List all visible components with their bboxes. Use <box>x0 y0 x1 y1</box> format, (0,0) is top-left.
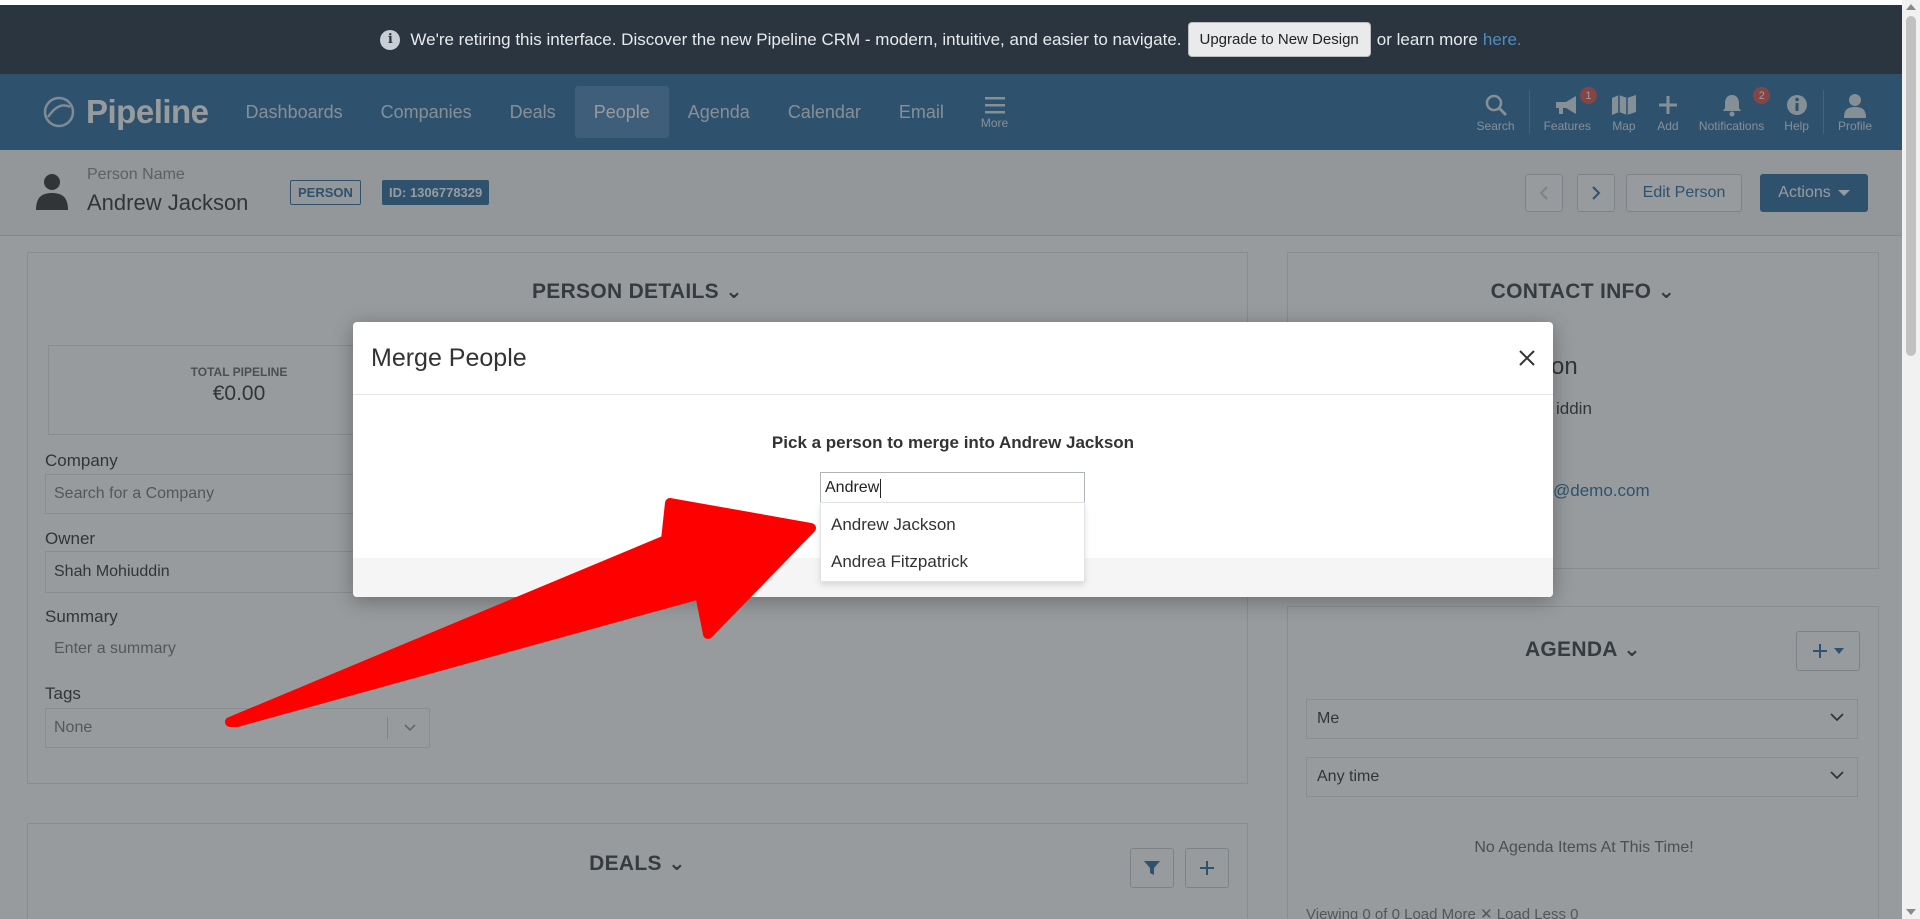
close-icon[interactable] <box>1515 346 1539 370</box>
learn-more-link[interactable]: here. <box>1483 30 1522 50</box>
scroll-up-arrow[interactable] <box>1906 4 1916 10</box>
modal-title: Merge People <box>371 344 527 372</box>
text-caret <box>880 478 882 498</box>
merge-search-value: Andrew <box>825 479 880 496</box>
upgrade-button[interactable]: Upgrade to New Design <box>1187 22 1371 57</box>
suggestion-item[interactable]: Andrew Jackson <box>821 506 1084 543</box>
suggestion-item[interactable]: Andrea Fitzpatrick <box>821 543 1084 580</box>
scroll-thumb[interactable] <box>1906 16 1916 356</box>
learn-more-text: or learn more <box>1376 29 1478 49</box>
banner-message: We're retiring this interface. Discover … <box>410 29 1182 49</box>
modal-divider <box>353 394 1553 395</box>
merge-suggestions-dropdown: Andrew Jackson Andrea Fitzpatrick <box>820 502 1085 582</box>
page-scrollbar[interactable] <box>1902 0 1920 919</box>
merge-prompt: Pick a person to merge into Andrew Jacks… <box>771 433 1135 452</box>
merge-search-input[interactable]: Andrew <box>820 472 1085 504</box>
retiring-banner: i We're retiring this interface. Discove… <box>0 0 1902 74</box>
scroll-down-arrow[interactable] <box>1906 909 1916 915</box>
info-icon: i <box>380 29 401 50</box>
